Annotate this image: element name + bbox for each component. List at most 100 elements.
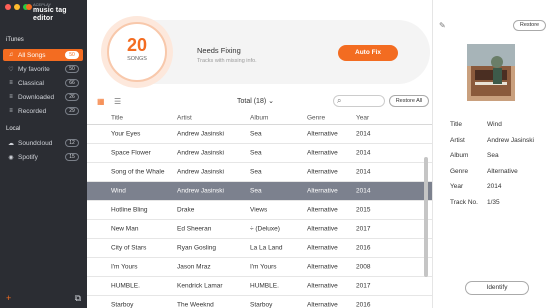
column-header-artist[interactable]: Artist	[177, 115, 192, 122]
field-value-artist[interactable]: Andrew Jasinski	[487, 137, 534, 144]
column-header-title[interactable]: Title	[111, 115, 123, 122]
cell-genre: Alternative	[307, 168, 338, 176]
cell-title: HUMBLE.	[111, 282, 140, 290]
sidebar-item-all-songs[interactable]: ♫ All Songs 50	[3, 49, 83, 61]
cell-title: Wind	[111, 187, 126, 195]
cell-genre: Alternative	[307, 130, 338, 138]
window-toggle-icon[interactable]: ⧉	[75, 293, 81, 304]
banner-title: Needs Fixing	[197, 46, 241, 55]
list-view-icon[interactable]: ☰	[114, 97, 121, 106]
cell-genre: Alternative	[307, 244, 338, 252]
needs-fixing-banner: 20 SONGS Needs Fixing Tracks with missin…	[101, 16, 430, 88]
table-header: Title Artist Album Genre Year	[87, 112, 432, 125]
songs-table: Title Artist Album Genre Year Your Eyes A…	[87, 112, 432, 308]
cell-album: HUMBLE.	[250, 282, 279, 290]
cell-artist: Drake	[177, 206, 195, 214]
cell-album: ÷ (Deluxe)	[250, 225, 280, 233]
close-window-button[interactable]	[5, 4, 11, 10]
field-label-album: Album	[450, 152, 469, 159]
songs-count: 20	[126, 35, 148, 55]
sidebar-item-count: 66	[65, 79, 79, 87]
cell-artist: Andrew Jasinski	[177, 149, 224, 157]
sidebar-item-classical[interactable]: ≡ Classical 66	[3, 77, 83, 89]
cell-artist: Ed Sheeran	[177, 225, 212, 233]
list-icon: ≡	[9, 80, 13, 86]
table-scrollbar[interactable]	[424, 112, 428, 308]
table-row[interactable]: Space Flower Andrew Jasinski Sea Alternativ…	[87, 144, 432, 163]
minimize-window-button[interactable]	[14, 4, 20, 10]
table-row[interactable]: I'm Yours Jason Mraz I'm Yours Alternative 2…	[87, 258, 432, 277]
table-row[interactable]: Hotline Bling Drake Views Alternative 2015	[87, 201, 432, 220]
cell-title: I'm Yours	[111, 263, 138, 271]
itunes-section-label: iTunes	[6, 37, 24, 43]
cell-album: Views	[250, 206, 268, 214]
field-value-title[interactable]: Wind	[487, 121, 502, 128]
cell-title: City of Stars	[111, 244, 147, 252]
sidebar-item-soundcloud[interactable]: ☁ Soundcloud 12	[3, 137, 83, 149]
sidebar: ACEPLAY music tag editor iTunes ♫ All So…	[0, 0, 87, 308]
cell-title: Your Eyes	[111, 130, 141, 138]
cell-year: 2015	[356, 206, 371, 214]
cell-title: Hotline Bling	[111, 206, 148, 214]
cell-artist: The Weeknd	[177, 301, 214, 308]
sidebar-item-downloaded[interactable]: ≡ Downloaded 26	[3, 91, 83, 103]
field-value-year[interactable]: 2014	[487, 183, 501, 190]
field-value-genre[interactable]: Alternative	[487, 168, 518, 175]
sidebar-item-label: My favorite	[18, 65, 50, 73]
field-label-year: Year	[450, 183, 464, 190]
cell-artist: Andrew Jasinski	[177, 130, 224, 138]
edit-icon[interactable]: ✎	[439, 21, 446, 30]
restore-all-button[interactable]: Restore All	[389, 95, 429, 107]
app-logo: ACEPLAY music tag editor	[33, 3, 87, 23]
identify-button[interactable]: Identify	[465, 281, 529, 295]
column-header-genre[interactable]: Genre	[307, 115, 325, 122]
cell-year: 2016	[356, 244, 371, 252]
cell-genre: Alternative	[307, 187, 338, 195]
table-row[interactable]: Wind Andrew Jasinski Sea Alternative 2014	[87, 182, 432, 201]
sidebar-item-my-favorite[interactable]: ♡ My favorite 50	[3, 63, 83, 75]
cell-year: 2017	[356, 282, 371, 290]
grid-view-icon[interactable]: ▦	[97, 97, 105, 106]
column-header-album[interactable]: Album	[250, 115, 268, 122]
cell-album: Sea	[250, 187, 262, 195]
songs-count-badge: 20 SONGS	[107, 22, 167, 82]
sidebar-item-count: 29	[65, 107, 79, 115]
add-icon[interactable]: +	[6, 293, 11, 304]
total-dropdown[interactable]: Total (18) ⌄	[237, 97, 274, 105]
search-input[interactable]: ⌕	[333, 95, 385, 107]
logo-title: music tag editor	[33, 7, 67, 22]
cell-album: Starboy	[250, 301, 273, 308]
field-value-album[interactable]: Sea	[487, 152, 499, 159]
cell-title: Song of the Whale	[111, 168, 165, 176]
field-label-genre: Genre	[450, 168, 469, 175]
table-row[interactable]: HUMBLE. Kendrick Lamar HUMBLE. Alternative 2…	[87, 277, 432, 296]
table-row[interactable]: City of Stars Ryan Gosling La La Land Alter…	[87, 239, 432, 258]
auto-fix-button[interactable]: Auto Fix	[338, 45, 398, 61]
main-content: 20 SONGS Needs Fixing Tracks with missin…	[87, 0, 432, 308]
sidebar-item-spotify[interactable]: ◉ Spotify 15	[3, 151, 83, 163]
cell-year: 2014	[356, 130, 371, 138]
cell-year: 2014	[356, 168, 371, 176]
cell-year: 2016	[356, 301, 371, 308]
details-panel: ✎ Restore Title Wind Artist Andrew Jasin…	[432, 0, 550, 308]
column-header-year[interactable]: Year	[356, 115, 369, 122]
cell-artist: Jason Mraz	[177, 263, 211, 271]
table-row[interactable]: Starboy The Weeknd Starboy Alternative 2016	[87, 296, 432, 308]
local-section-label: Local	[6, 126, 21, 132]
scrollbar-thumb[interactable]	[424, 157, 428, 277]
sidebar-item-label: Classical	[18, 79, 45, 87]
sidebar-item-count: 50	[65, 65, 79, 73]
sidebar-item-recorded[interactable]: ≡ Recorded 29	[3, 105, 83, 117]
cell-year: 2014	[356, 187, 371, 195]
banner-subtitle: Tracks with missing info.	[197, 58, 257, 64]
sidebar-item-label: All Songs	[18, 51, 46, 59]
cell-genre: Alternative	[307, 263, 338, 271]
field-value-track[interactable]: 1/35	[487, 199, 500, 206]
table-row[interactable]: New Man Ed Sheeran ÷ (Deluxe) Alternative 20…	[87, 220, 432, 239]
sidebar-item-count: 26	[65, 93, 79, 101]
table-row[interactable]: Your Eyes Andrew Jasinski Sea Alternative 20…	[87, 125, 432, 144]
table-row[interactable]: Song of the Whale Andrew Jasinski Sea Alter…	[87, 163, 432, 182]
cell-album: I'm Yours	[250, 263, 277, 271]
list-icon: ≡	[9, 94, 13, 100]
restore-button[interactable]: Restore	[513, 20, 546, 31]
